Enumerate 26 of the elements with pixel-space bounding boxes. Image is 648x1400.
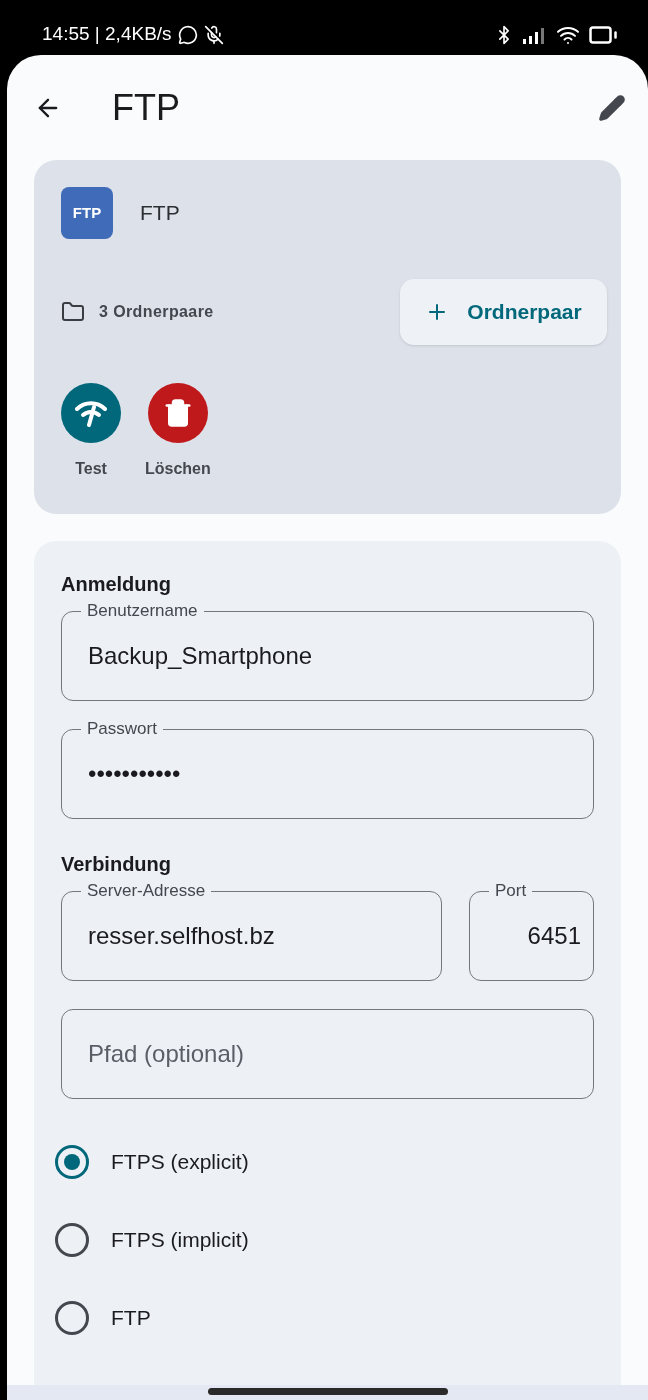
radio-label: FTPS (implicit)	[111, 1227, 249, 1254]
text-field[interactable]: Pfad (optional)	[61, 1009, 594, 1099]
add-folder-pair-button[interactable]: Ordnerpaar	[400, 279, 607, 345]
field-value: resser.selfhost.bz	[88, 921, 275, 951]
action-button[interactable]: Löschen	[145, 383, 211, 481]
account-name: FTP	[140, 200, 180, 227]
section-heading: Verbindung	[61, 852, 172, 877]
section-heading: Anmeldung	[61, 572, 172, 597]
mute-icon	[203, 24, 224, 45]
folder-pair-count: 3 Ordnerpaare	[99, 302, 214, 322]
status-time: 14:55 | 2,4KB/s	[42, 22, 172, 47]
radio-button[interactable]	[55, 1145, 89, 1179]
action-button[interactable]: Test	[61, 383, 121, 481]
radio-label: FTP	[111, 1305, 151, 1332]
radio-label: FTPS (explicit)	[111, 1149, 249, 1176]
wifi-gauge-icon	[61, 383, 121, 443]
folder-icon	[61, 300, 85, 324]
field-value: •••••••••••	[88, 759, 181, 789]
protocol-badge: FTP	[61, 187, 113, 239]
radio-button[interactable]	[55, 1301, 89, 1335]
chat-icon	[177, 24, 198, 45]
page-title: FTP	[112, 85, 180, 130]
field-placeholder: Pfad (optional)	[88, 1039, 245, 1069]
radio-button[interactable]	[55, 1223, 89, 1257]
field-value: Backup_Smartphone	[88, 641, 313, 671]
field-value: 6451	[527, 921, 581, 951]
